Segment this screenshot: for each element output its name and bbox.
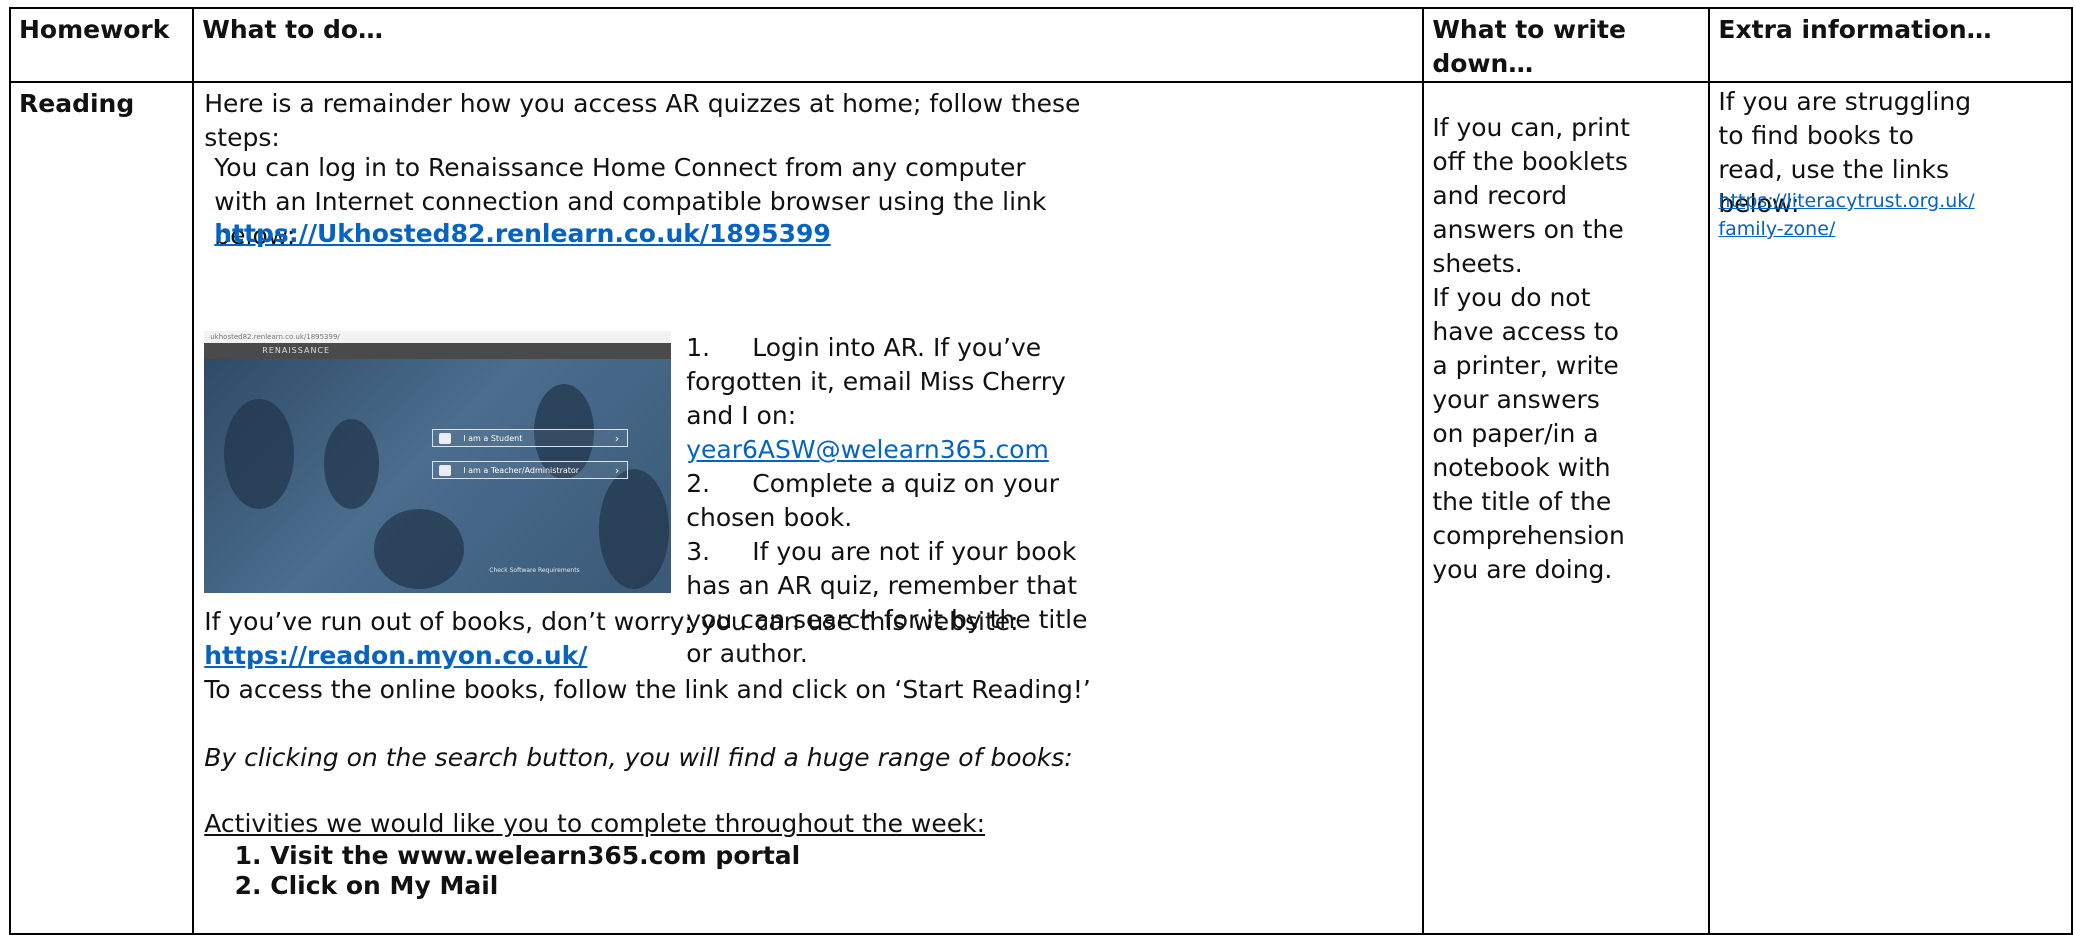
search-text: By clicking on the search button, you wi… (204, 743, 1073, 772)
student-icon (439, 433, 452, 444)
reading-row: Reading Here is a remainder how you acce… (8, 81, 2073, 935)
header-extra-info: Extra information… (1708, 7, 2073, 83)
access-text: To access the online books, follow the l… (204, 675, 1091, 704)
email-link[interactable]: year6ASW@welearn365.com (686, 435, 1049, 464)
student-silhouette (374, 509, 465, 589)
student-silhouette (324, 419, 380, 509)
header-what-to-write: What to write down… (1422, 7, 1711, 83)
chevron-right-icon: › (614, 432, 620, 445)
literacy-trust-link[interactable]: https://literacytrust.org.uk/family-zone… (1718, 187, 1980, 243)
write-instructions-1: If you can, print off the booklets and r… (1432, 113, 1630, 278)
screenshot-brand: RENAISSANCE (204, 343, 672, 359)
student-silhouette (224, 399, 295, 509)
screenshot-url-bar: ukhosted82.renlearn.co.uk/1895399/ (204, 331, 672, 343)
step-3: 3. If you are not if your book has an AR … (686, 537, 1088, 668)
header-row: Homework What to do… What to write down…… (8, 7, 2073, 83)
myon-link[interactable]: https://readon.myon.co.uk/ (204, 639, 587, 673)
student-silhouette (599, 469, 670, 589)
activities-list: Visit the www.welearn365.com portal Clic… (204, 841, 1130, 901)
activity-item: Visit the www.welearn365.com portal (270, 841, 1130, 871)
step-2: 2. Complete a quiz on your chosen book. (686, 469, 1059, 532)
extra-info-cell: If you are struggling to find books to r… (1708, 81, 2073, 935)
software-requirements-link: Check Software Requirements (489, 567, 580, 574)
header-what-to-do: What to do… (192, 7, 1425, 83)
student-login-button: I am a Student › (432, 429, 629, 447)
chevron-right-icon: › (614, 464, 620, 477)
header-homework: Homework (8, 7, 195, 83)
teacher-login-button: I am a Teacher/Administrator › (432, 461, 629, 479)
renaissance-screenshot: ukhosted82.renlearn.co.uk/1895399/ RENAI… (204, 331, 672, 593)
activities-heading: Activities we would like you to complete… (204, 809, 986, 838)
what-to-do-cell: Here is a remainder how you access AR qu… (192, 81, 1425, 935)
homework-table: Homework What to do… What to write down…… (8, 7, 2073, 935)
write-instructions-2: If you do not have access to a printer, … (1432, 283, 1625, 584)
what-to-write-cell: If you can, print off the booklets and r… (1422, 81, 1711, 935)
step-1: 1. Login into AR. If you’ve forgotten it,… (686, 333, 1066, 464)
renlearn-link[interactable]: https://Ukhosted82.renlearn.co.uk/189539… (214, 217, 831, 251)
intro-text: Here is a remainder how you access AR qu… (204, 89, 1081, 152)
teacher-icon (439, 465, 452, 476)
row-label-reading: Reading (8, 81, 195, 935)
activity-item: Click on My Mail (270, 871, 1130, 901)
out-of-books-text: If you’ve run out of books, don’t worry;… (204, 607, 1019, 636)
